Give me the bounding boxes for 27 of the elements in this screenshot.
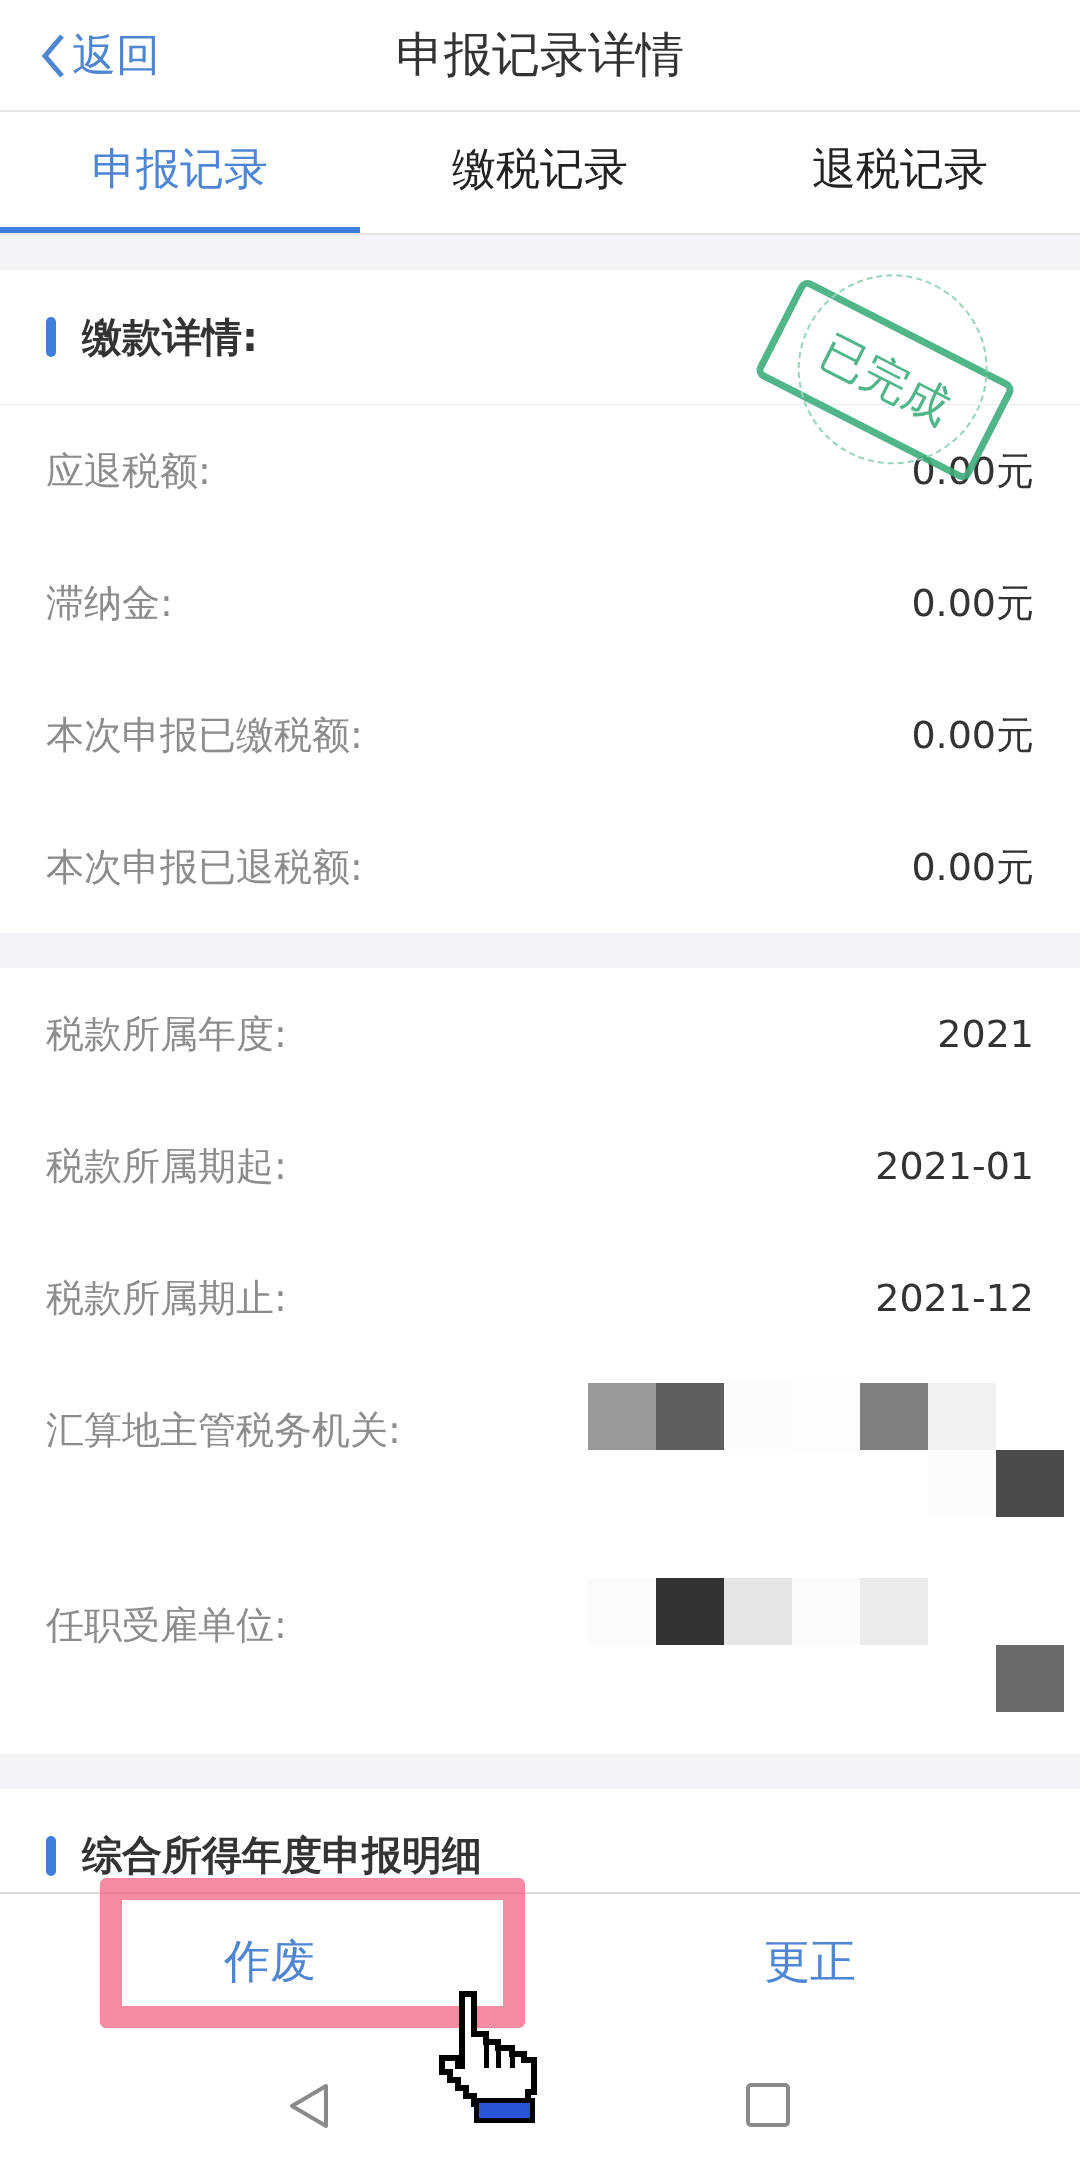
field-label: 本次申报已退税额: <box>46 843 363 891</box>
square-icon[interactable] <box>746 2083 790 2127</box>
field-value: 0.00元 <box>911 579 1034 627</box>
field-value: 2021-01 <box>875 1144 1034 1188</box>
field-label: 税款所属期起: <box>46 1142 287 1190</box>
field-label: 任职受雇单位: <box>46 1602 287 1649</box>
section-marker <box>46 1835 56 1876</box>
back-triangle-icon[interactable] <box>288 2082 330 2130</box>
field-value: 0.00元 <box>911 711 1034 759</box>
field-label: 税款所属年度: <box>46 1010 287 1058</box>
action-button[interactable]: 更正 <box>540 1894 1080 2029</box>
field-label: 应退税额: <box>46 447 211 495</box>
chevron-left-icon <box>40 32 66 79</box>
section-marker <box>46 317 56 357</box>
field-label: 本次申报已缴税额: <box>46 711 363 759</box>
field-value: 0.00元 <box>911 843 1034 891</box>
field-value: 2021-12 <box>875 1276 1034 1320</box>
page-title: 申报记录详情 <box>396 25 684 84</box>
tab[interactable]: 缴税记录 <box>360 112 720 233</box>
field-label: 税款所属期止: <box>46 1274 287 1322</box>
field-value: 2021 <box>937 1012 1034 1056</box>
section-title: 缴款详情: <box>82 312 258 362</box>
tab[interactable]: 退税记录 <box>720 112 1080 233</box>
field-label: 滞纳金: <box>46 579 173 627</box>
field-label: 汇算地主管税务机关: <box>46 1407 401 1454</box>
section-title: 综合所得年度申报明细 <box>82 1831 482 1880</box>
back-button[interactable]: 返回 <box>40 26 160 85</box>
